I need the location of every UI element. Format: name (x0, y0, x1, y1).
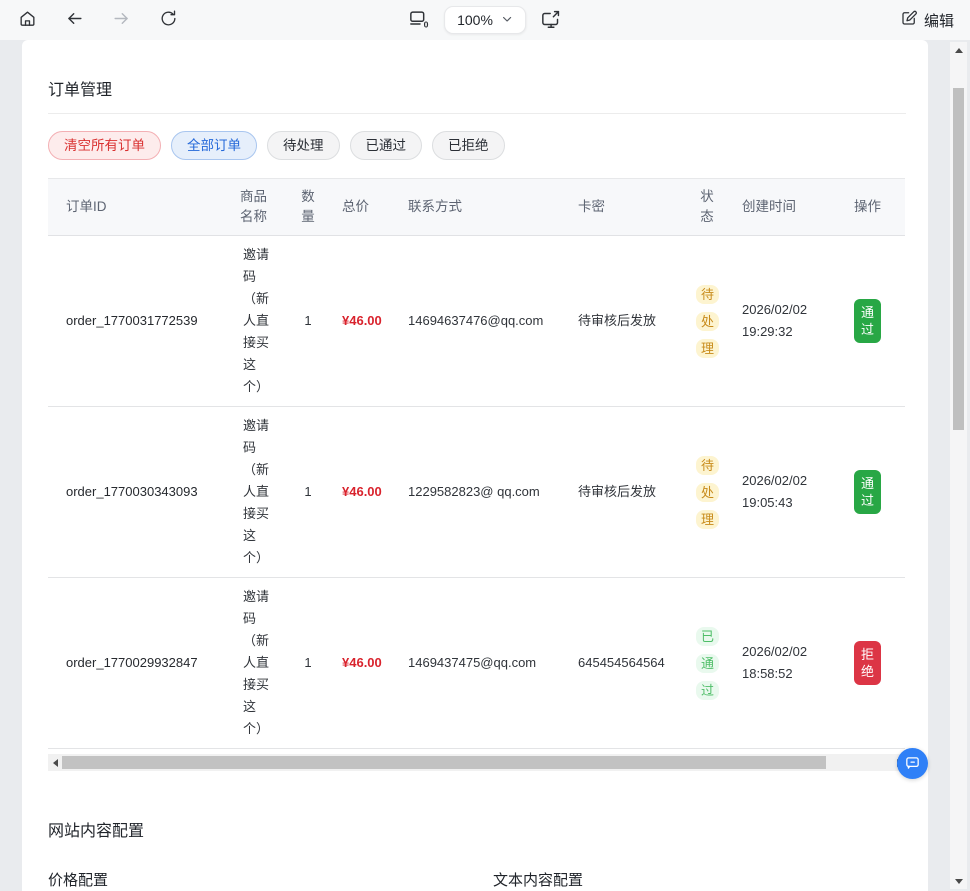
open-in-new-window-button[interactable] (538, 6, 564, 35)
svg-text:0: 0 (424, 19, 429, 29)
orders-page-title: 订单管理 (48, 40, 906, 100)
vertical-scroll-thumb[interactable] (953, 88, 964, 430)
edit-button[interactable]: 编辑 (900, 9, 954, 31)
refresh-icon (159, 9, 178, 31)
clear-all-orders-button[interactable]: 清空所有订单 (48, 131, 161, 160)
total: ¥46.00 (330, 407, 396, 578)
filter-all-orders[interactable]: 全部订单 (171, 131, 257, 160)
vertical-scrollbar[interactable] (950, 42, 967, 889)
triangle-down-icon (955, 879, 963, 884)
filter-approved[interactable]: 已通过 (350, 131, 423, 160)
orders-table: 订单ID 商品名称 数量 总价 联系方式 卡密 状态 创建时间 操作 order… (48, 178, 905, 749)
total: ¥46.00 (330, 578, 396, 749)
back-button[interactable] (63, 7, 86, 33)
forward-button[interactable] (110, 7, 133, 33)
chevron-down-icon (501, 12, 513, 28)
col-quantity: 数量 (286, 179, 330, 236)
col-order-id: 订单ID (48, 179, 228, 236)
created-at: 2026/02/02 18:58:52 (730, 578, 830, 749)
col-total: 总价 (330, 179, 396, 236)
col-product: 商品名称 (228, 179, 286, 236)
product: 邀请码（新人直接买这个） (228, 578, 286, 749)
created-at: 2026/02/02 19:05:43 (730, 407, 830, 578)
order-row: order_1770031772539 邀请码（新人直接买这个） 1 ¥46.0… (48, 236, 905, 407)
config-sections: 价格配置 文本内容配置 (48, 869, 906, 891)
card-key: 645454564564 (566, 578, 684, 749)
title-divider (48, 113, 906, 114)
col-card-key: 卡密 (566, 179, 684, 236)
forward-arrow-icon (112, 9, 131, 31)
chat-fab-button[interactable] (897, 748, 928, 779)
triangle-left-icon (53, 759, 58, 767)
chat-bubble-icon (904, 754, 921, 774)
reject-button[interactable]: 拒绝 (854, 641, 881, 685)
zoom-level-dropdown[interactable]: 100% (444, 6, 526, 34)
preview-controls: 0 100% (406, 0, 564, 40)
nav-controls (16, 7, 180, 33)
triangle-up-icon (955, 48, 963, 53)
orders-table-wrapper: 订单ID 商品名称 数量 总价 联系方式 卡密 状态 创建时间 操作 order… (48, 178, 906, 749)
total: ¥46.00 (330, 236, 396, 407)
created-at: 2026/02/02 19:29:32 (730, 236, 830, 407)
order-filter-bar: 清空所有订单 全部订单 待处理 已通过 已拒绝 (48, 131, 906, 160)
scroll-left-arrow[interactable] (48, 754, 62, 771)
order-row: order_1770030343093 邀请码（新人直接买这个） 1 ¥46.0… (48, 407, 905, 578)
product: 邀请码（新人直接买这个） (228, 407, 286, 578)
order-id: order_1770031772539 (48, 236, 228, 407)
order-row: order_1770029932847 邀请码（新人直接买这个） 1 ¥46.0… (48, 578, 905, 749)
edit-pencil-icon (900, 9, 918, 31)
card-key: 待审核后发放 (566, 236, 684, 407)
contact: 14694637476@qq.com (396, 236, 566, 407)
text-config-title: 文本内容配置 (493, 869, 906, 891)
filter-rejected[interactable]: 已拒绝 (432, 131, 505, 160)
col-status: 状态 (684, 179, 730, 236)
status-badge: 待处理 (696, 456, 719, 529)
quantity: 1 (286, 578, 330, 749)
quantity: 1 (286, 236, 330, 407)
page-card: 订单管理 清空所有订单 全部订单 待处理 已通过 已拒绝 订单ID 商品名称 数… (22, 40, 928, 891)
edit-button-label: 编辑 (924, 10, 954, 31)
site-config-title: 网站内容配置 (48, 817, 906, 841)
table-header-row: 订单ID 商品名称 数量 总价 联系方式 卡密 状态 创建时间 操作 (48, 179, 905, 236)
preview-viewport: 订单管理 清空所有订单 全部订单 待处理 已通过 已拒绝 订单ID 商品名称 数… (0, 40, 970, 891)
quantity: 1 (286, 407, 330, 578)
scroll-up-arrow[interactable] (950, 42, 967, 58)
horizontal-scroll-track[interactable] (62, 756, 892, 769)
status-badge: 已通过 (696, 627, 719, 700)
price-config-title: 价格配置 (48, 869, 461, 891)
home-icon (18, 9, 37, 31)
horizontal-scrollbar[interactable] (48, 754, 906, 771)
price-config-section: 价格配置 (48, 869, 461, 891)
scroll-down-arrow[interactable] (950, 873, 967, 889)
col-actions: 操作 (830, 179, 905, 236)
card-key: 待审核后发放 (566, 407, 684, 578)
browser-toolbar: 0 100% (0, 0, 970, 40)
device-console-icon: 0 (408, 8, 430, 33)
toolbar-right: 编辑 (900, 9, 954, 31)
status-badge: 待处理 (696, 285, 719, 358)
refresh-button[interactable] (157, 7, 180, 33)
open-in-new-window-icon (540, 8, 562, 33)
product: 邀请码（新人直接买这个） (228, 236, 286, 407)
zoom-level-value: 100% (457, 12, 493, 28)
order-id: order_1770030343093 (48, 407, 228, 578)
horizontal-scroll-thumb[interactable] (62, 756, 826, 769)
col-contact: 联系方式 (396, 179, 566, 236)
approve-button[interactable]: 通过 (854, 470, 881, 514)
contact: 1229582823@ qq.com (396, 407, 566, 578)
filter-pending[interactable]: 待处理 (267, 131, 340, 160)
order-id: order_1770029932847 (48, 578, 228, 749)
home-button[interactable] (16, 7, 39, 33)
contact: 1469437475@qq.com (396, 578, 566, 749)
approve-button[interactable]: 通过 (854, 299, 881, 343)
console-button[interactable]: 0 (406, 6, 432, 35)
col-created-at: 创建时间 (730, 179, 830, 236)
back-arrow-icon (65, 9, 84, 31)
text-config-section: 文本内容配置 (493, 869, 906, 891)
